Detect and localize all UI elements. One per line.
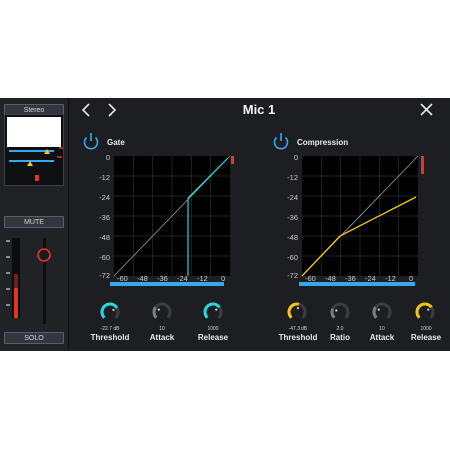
compression-graph[interactable] bbox=[299, 155, 424, 286]
app-window: Stereo MUTE SOLO Mic 1 Gate Compression … bbox=[0, 98, 450, 351]
gate-power-icon[interactable] bbox=[83, 133, 99, 150]
gate-attack-label: Attack bbox=[149, 333, 175, 342]
gate-y-tick: -60 bbox=[99, 253, 110, 262]
gate-threshold-label: Threshold bbox=[90, 333, 130, 342]
compression-threshold-knob[interactable] bbox=[287, 302, 300, 319]
gate-threshold-value: -22.7 dB bbox=[100, 326, 120, 332]
gate-x-tick: -36 bbox=[157, 274, 168, 283]
compression-y-tick: -36 bbox=[287, 213, 298, 222]
gate-x-tick: -24 bbox=[177, 274, 188, 283]
gate-release-knob-pointer bbox=[215, 308, 218, 311]
compression-output-meter bbox=[421, 156, 424, 174]
compression-attack-knob[interactable] bbox=[372, 306, 378, 319]
compression-x-tick: 0 bbox=[409, 274, 414, 283]
gate-x-tick: 0 bbox=[221, 274, 226, 283]
gate-y-tick: 0 bbox=[105, 153, 110, 162]
gate-threshold-knob-pointer bbox=[112, 308, 115, 312]
gate-y-tick: -12 bbox=[99, 173, 110, 182]
gate-x-tick: -48 bbox=[137, 274, 148, 283]
compression-power-icon[interactable] bbox=[273, 133, 289, 150]
compression-ratio-value: 2.0 bbox=[336, 326, 344, 332]
compression-y-tick: -24 bbox=[287, 193, 298, 202]
compression-threshold-knob-pointer bbox=[296, 307, 300, 310]
compression-y-tick: -60 bbox=[287, 253, 298, 262]
compression-y-tick: -48 bbox=[287, 233, 298, 242]
gate-x-tick: -60 bbox=[117, 274, 128, 283]
compression-attack-label: Attack bbox=[369, 333, 395, 342]
gate-label: Gate bbox=[107, 138, 125, 147]
gate-attack-value: 10 bbox=[159, 326, 165, 332]
gate-x-tick: -12 bbox=[197, 274, 208, 283]
compression-x-tick: -60 bbox=[305, 274, 316, 283]
compression-x-tick: -12 bbox=[385, 274, 396, 283]
compression-release-value: 1000 bbox=[420, 326, 432, 332]
knobs bbox=[100, 302, 435, 319]
compression-release-knob[interactable] bbox=[415, 302, 433, 319]
compression-ratio-knob-pointer bbox=[335, 309, 338, 312]
gate-release-value: 1000 bbox=[207, 326, 219, 332]
compression-x-tick: -36 bbox=[345, 274, 356, 283]
gate-y-tick: -72 bbox=[99, 271, 110, 280]
processor-graphics bbox=[83, 133, 435, 319]
gate-attack-knob[interactable] bbox=[152, 306, 158, 319]
compression-y-tick: -72 bbox=[287, 271, 298, 280]
compression-label: Compression bbox=[297, 138, 349, 147]
gate-output-meter bbox=[231, 156, 234, 164]
gate-attack-knob-pointer bbox=[157, 308, 160, 311]
gate-y-tick: -24 bbox=[99, 193, 110, 202]
compression-x-tick: -48 bbox=[325, 274, 336, 283]
compression-input-meter bbox=[299, 282, 415, 286]
compression-release-label: Release bbox=[410, 333, 442, 342]
compression-ratio-label: Ratio bbox=[330, 333, 350, 342]
gate-release-label: Release bbox=[197, 333, 229, 342]
compression-attack-knob-pointer bbox=[377, 308, 380, 311]
gate-threshold-knob[interactable] bbox=[100, 302, 119, 319]
gate-y-tick: -36 bbox=[99, 213, 110, 222]
compression-threshold-value: -47.3 bbox=[288, 326, 300, 332]
compression-y-tick: 0 bbox=[293, 153, 298, 162]
gate-release-knob[interactable] bbox=[203, 302, 221, 319]
gate-y-tick: -48 bbox=[99, 233, 110, 242]
compression-threshold-unit: dB bbox=[301, 326, 308, 332]
compression-attack-value: 10 bbox=[379, 326, 385, 332]
compression-ratio-knob[interactable] bbox=[330, 308, 336, 319]
compression-x-tick: -24 bbox=[365, 274, 376, 283]
compression-y-tick: -12 bbox=[287, 173, 298, 182]
compression-threshold-label: Threshold bbox=[278, 333, 318, 342]
compression-release-knob-pointer bbox=[427, 308, 430, 311]
gate-graph[interactable] bbox=[110, 155, 234, 286]
